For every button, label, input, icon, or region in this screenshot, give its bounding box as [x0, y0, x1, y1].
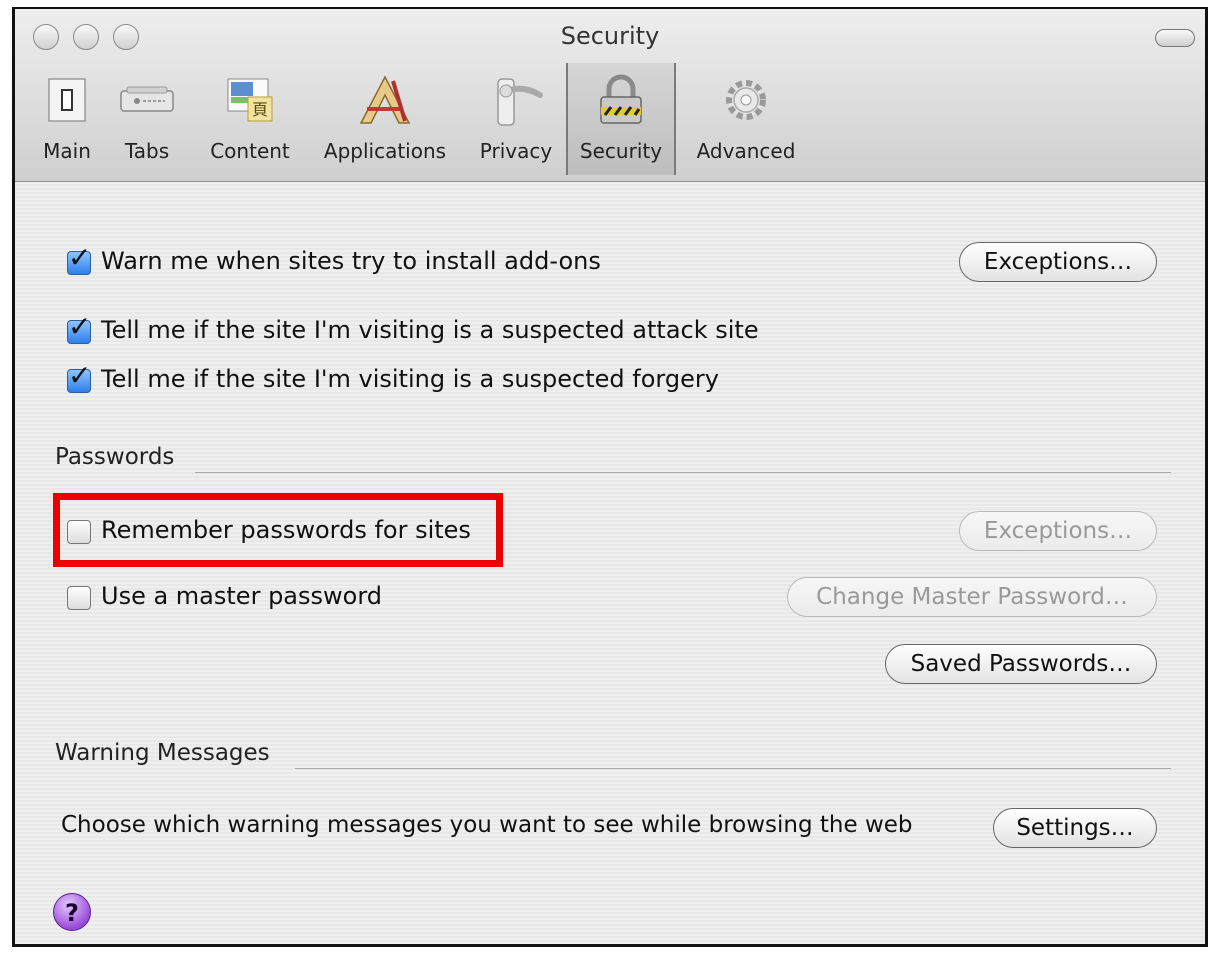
master-password-label: Use a master password	[101, 582, 383, 610]
master-password-checkbox[interactable]	[67, 586, 91, 610]
preferences-window: Security Main Tabs 頁 Content Application…	[12, 7, 1208, 947]
checkmark-icon: ✓	[68, 241, 92, 274]
tab-main[interactable]: Main	[35, 63, 99, 175]
attack-site-checkbox[interactable]: ✓	[67, 313, 91, 344]
tab-advanced[interactable]: Advanced	[691, 63, 801, 175]
forgery-checkbox[interactable]: ✓	[67, 362, 91, 393]
attack-site-label: Tell me if the site I'm visiting is a su…	[101, 316, 759, 344]
tab-tabs-label: Tabs	[124, 139, 170, 163]
security-pane: ✓ Warn me when sites try to install add-…	[15, 182, 1205, 944]
warn-addons-checkbox[interactable]: ✓	[67, 244, 91, 275]
window-title: Security	[560, 22, 660, 50]
switch-icon	[48, 78, 86, 122]
tab-main-label: Main	[43, 139, 91, 163]
padlock-icon	[600, 74, 642, 124]
toolbar-toggle-button[interactable]	[1155, 29, 1195, 47]
tab-applications[interactable]: Applications	[315, 63, 455, 175]
passwords-heading: Passwords	[55, 444, 175, 470]
remember-passwords-label: Remember passwords for sites	[101, 516, 471, 544]
tabs-icon	[120, 86, 174, 112]
tab-advanced-label: Advanced	[696, 139, 796, 163]
tab-security[interactable]: Security	[566, 63, 676, 175]
tab-content-label: Content	[210, 139, 290, 163]
tab-privacy[interactable]: Privacy	[475, 63, 557, 175]
warning-messages-divider	[295, 768, 1171, 769]
titlebar: Security Main Tabs 頁 Content Application…	[15, 9, 1205, 182]
warn-addons-label: Warn me when sites try to install add-on…	[101, 247, 601, 275]
saved-passwords-button[interactable]: Saved Passwords…	[885, 644, 1157, 684]
svg-text:頁: 頁	[252, 100, 268, 119]
tab-tabs[interactable]: Tabs	[115, 63, 179, 175]
forgery-label: Tell me if the site I'm visiting is a su…	[101, 365, 719, 393]
content-icon: 頁	[227, 78, 273, 122]
tab-content[interactable]: 頁 Content	[205, 63, 295, 175]
passwords-divider	[195, 472, 1171, 473]
change-master-password-button[interactable]: Change Master Password…	[787, 577, 1157, 617]
help-button[interactable]: ?	[53, 893, 91, 931]
checkmark-icon: ✓	[68, 310, 92, 343]
warning-settings-button[interactable]: Settings…	[993, 808, 1157, 848]
tab-privacy-label: Privacy	[479, 139, 553, 163]
warning-messages-text: Choose which warning messages you want t…	[61, 812, 913, 838]
passwords-exceptions-button[interactable]: Exceptions…	[959, 511, 1157, 551]
gear-icon	[726, 80, 766, 120]
warning-messages-heading: Warning Messages	[55, 740, 270, 766]
door-handle-icon	[497, 78, 543, 126]
addons-exceptions-button[interactable]: Exceptions…	[959, 242, 1157, 282]
applications-icon	[359, 75, 411, 124]
tab-applications-label: Applications	[323, 139, 447, 163]
checkmark-icon: ✓	[68, 359, 92, 392]
tab-security-label: Security	[579, 139, 663, 163]
remember-passwords-checkbox[interactable]	[67, 520, 91, 544]
